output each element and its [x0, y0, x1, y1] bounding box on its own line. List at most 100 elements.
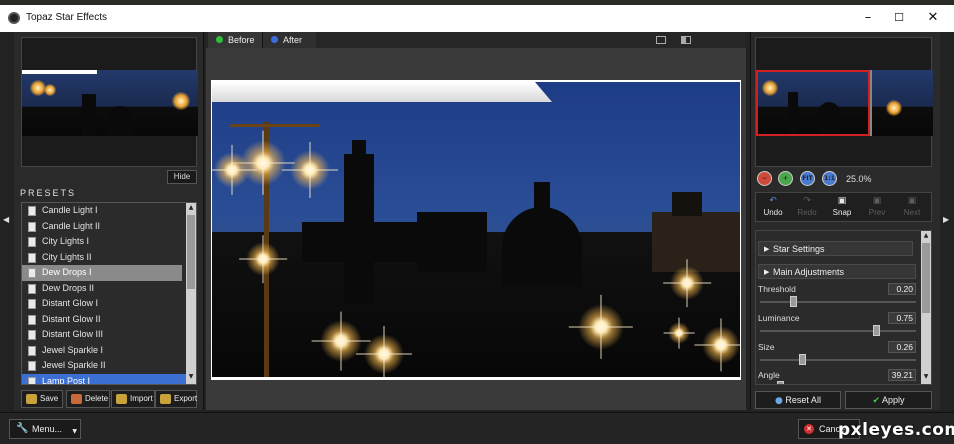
angle-slider-thumb[interactable] — [776, 381, 784, 384]
redo-button[interactable]: ↷ Redo — [792, 196, 822, 217]
image-canvas[interactable] — [211, 80, 741, 380]
document-icon — [28, 299, 36, 309]
scroll-down-icon[interactable]: ▼ — [921, 373, 931, 383]
maximize-icon[interactable]: ☐ — [886, 9, 912, 27]
star-settings-section[interactable]: ▶ Star Settings — [758, 241, 913, 256]
preset-item[interactable]: Candle Light II — [22, 219, 196, 235]
prev-button[interactable]: ▣ Prev — [862, 196, 892, 217]
snap-icon: ▣ — [837, 196, 847, 206]
star-effect — [668, 322, 690, 344]
checkmark-icon: ✔ — [872, 396, 880, 406]
wrench-icon: 🔧 — [16, 423, 29, 434]
preset-item[interactable]: Distant Glow II — [22, 312, 196, 328]
threshold-slider[interactable] — [760, 301, 916, 303]
monument — [652, 212, 740, 272]
next-button[interactable]: ▣ Next — [897, 196, 927, 217]
delete-button[interactable]: Delete — [66, 390, 110, 408]
reset-icon: ● — [775, 396, 783, 406]
scroll-thumb[interactable] — [922, 243, 930, 313]
size-slider-thumb[interactable] — [799, 354, 806, 365]
thumbnail-tower — [82, 94, 96, 136]
preset-item[interactable]: Distant Glow III — [22, 327, 196, 343]
star-effect — [702, 326, 740, 364]
scroll-up-icon[interactable]: ▲ — [186, 204, 196, 214]
document-icon — [28, 221, 36, 232]
preset-item[interactable]: Jewel Sparkle I — [22, 343, 196, 359]
preset-item-highlighted[interactable]: Lamp Post I — [22, 373, 192, 384]
preset-item[interactable]: Distant Glow I — [22, 296, 196, 312]
minimize-icon[interactable]: – — [855, 9, 881, 27]
preset-item-selected[interactable]: Dew Drops I — [22, 265, 182, 281]
topaz-logo-icon — [706, 32, 742, 48]
threshold-value[interactable]: 0.20 — [888, 283, 916, 295]
hide-button[interactable]: Hide — [167, 170, 197, 184]
main-adjustments-section[interactable]: ▶ Main Adjustments — [758, 264, 916, 279]
angle-value[interactable]: 39.21 — [888, 369, 916, 381]
luminance-value[interactable]: 0.75 — [888, 312, 916, 324]
preview-area: Before After — [206, 32, 746, 410]
before-dot-icon — [216, 36, 223, 43]
undo-button[interactable]: ↶ Undo — [758, 196, 788, 217]
threshold-slider-thumb[interactable] — [790, 296, 797, 307]
building — [417, 212, 487, 272]
presets-heading: PRESETS — [20, 188, 77, 198]
single-view-icon[interactable] — [656, 36, 666, 44]
preset-item[interactable]: City Lights II — [22, 250, 196, 266]
star-effect — [670, 266, 704, 300]
apply-button[interactable]: ✔ Apply — [845, 391, 932, 409]
redo-icon: ↷ — [803, 196, 811, 206]
collapse-left-icon[interactable]: ◀ — [3, 215, 13, 224]
after-dot-icon — [271, 36, 278, 43]
dropdown-arrow-icon: ▼ — [72, 428, 77, 435]
size-slider[interactable] — [760, 359, 916, 361]
snap-button[interactable]: ▣ Snap — [827, 196, 857, 217]
document-icon — [28, 268, 36, 278]
document-icon — [28, 252, 36, 263]
import-button[interactable]: Import — [111, 390, 155, 408]
size-value[interactable]: 0.26 — [888, 341, 916, 353]
title-bar: Topaz Star Effects – ☐ ✕ — [0, 5, 954, 32]
left-panel: Hide PRESETS Candle Light I Candle Light… — [14, 32, 204, 410]
settings-scrollbar[interactable]: ▲ ▼ — [921, 231, 931, 384]
thumbnail-light — [44, 84, 56, 96]
reset-all-button[interactable]: ● Reset All — [755, 391, 841, 409]
export-button[interactable]: Export — [155, 390, 197, 408]
prev-icon: ▣ — [872, 196, 882, 206]
zoom-actual-icon[interactable]: 1:1 — [822, 171, 837, 186]
preset-item[interactable]: Candle Light I — [22, 203, 196, 219]
scroll-down-icon[interactable]: ▼ — [186, 373, 196, 383]
split-divider[interactable] — [870, 70, 872, 136]
collapse-right-icon[interactable]: ▶ — [943, 215, 953, 224]
document-icon — [28, 361, 36, 371]
menu-button[interactable]: 🔧 Menu... ▼ — [9, 419, 81, 439]
watermark: pxleyes.com — [838, 420, 954, 440]
scroll-up-icon[interactable]: ▲ — [921, 232, 931, 242]
preset-item[interactable]: Dew Drops II — [22, 281, 196, 297]
split-view-icon[interactable] — [681, 36, 691, 44]
zoom-viewport-frame[interactable] — [756, 70, 870, 136]
tab-after[interactable]: After — [262, 32, 316, 48]
thumbnail-light — [172, 92, 190, 110]
star-effect — [320, 320, 362, 362]
tab-before[interactable]: Before — [208, 32, 262, 48]
preset-item[interactable]: Jewel Sparkle II — [22, 358, 196, 374]
zoom-fit-icon[interactable]: FIT — [800, 171, 815, 186]
thumbnail-banner — [22, 70, 97, 74]
luminance-slider-thumb[interactable] — [872, 325, 880, 336]
navigator — [21, 37, 198, 167]
luminance-slider[interactable] — [760, 330, 916, 332]
document-icon — [28, 283, 36, 294]
building — [302, 222, 422, 262]
document-icon — [28, 330, 36, 340]
save-button[interactable]: Save — [21, 390, 63, 408]
zoom-out-icon[interactable]: − — [757, 171, 772, 186]
preset-item[interactable]: City Lights I — [22, 234, 196, 250]
scroll-thumb[interactable] — [187, 215, 195, 289]
presets-list: Candle Light I Candle Light II City Ligh… — [21, 202, 197, 385]
presets-scrollbar[interactable]: ▲ ▼ — [186, 203, 196, 384]
zoom-in-icon[interactable]: + — [778, 171, 793, 186]
photo-banner — [212, 82, 552, 102]
expand-icon: ▶ — [764, 268, 770, 276]
close-icon[interactable]: ✕ — [920, 9, 946, 27]
navigator-thumbnail[interactable] — [22, 70, 198, 136]
